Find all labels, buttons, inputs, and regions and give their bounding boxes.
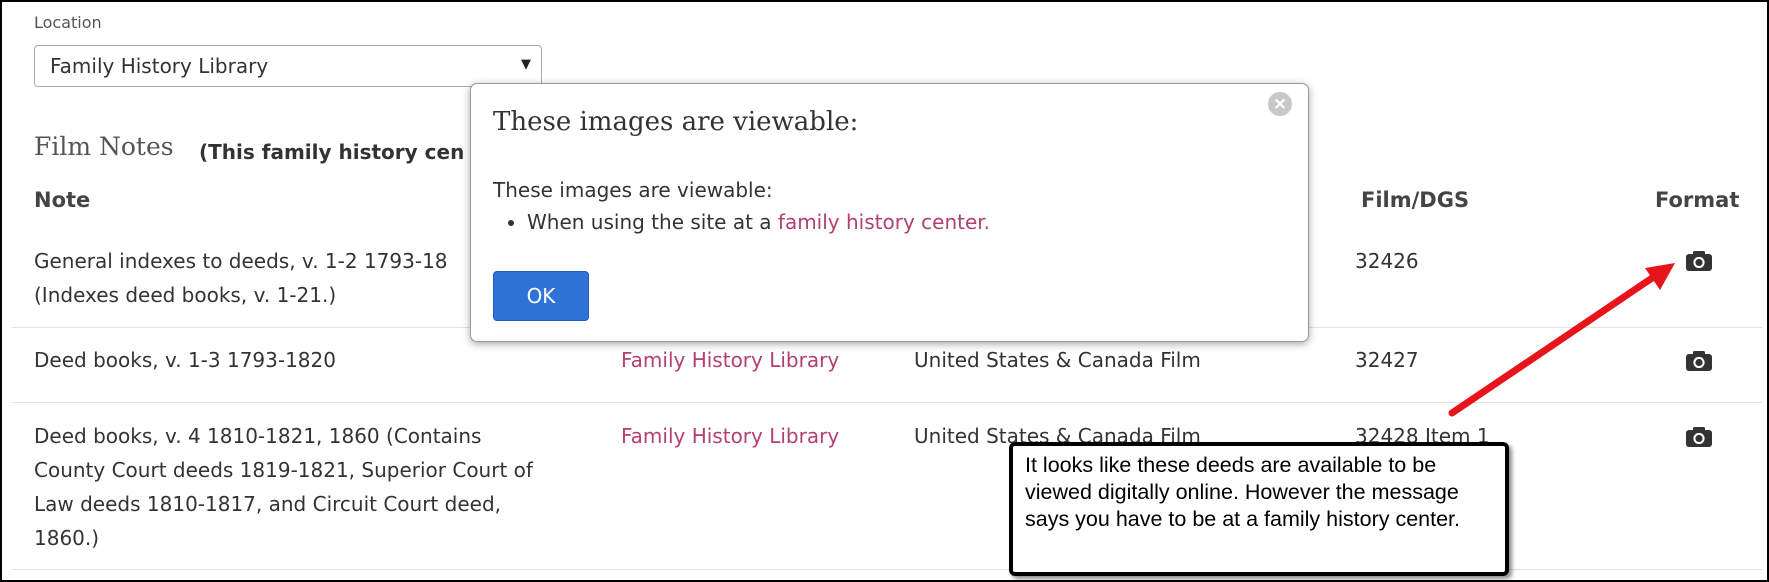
annotation-callout: It looks like these deeds are available …	[1009, 442, 1509, 576]
